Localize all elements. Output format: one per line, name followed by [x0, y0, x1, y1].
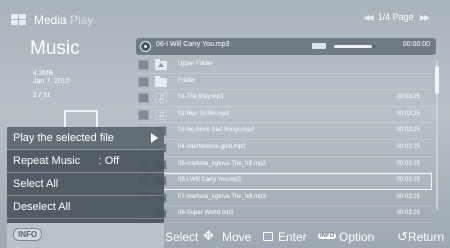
- page-number: 1/4 Page: [377, 12, 414, 22]
- file-name: 06-I Will Carry You.mp3: [178, 177, 242, 184]
- progress-fill: [334, 45, 372, 48]
- status-icon: [312, 43, 326, 49]
- menu-item-deselect-all[interactable]: Deselect All: [7, 196, 164, 219]
- help-enter: Enter: [278, 230, 307, 244]
- brand-title: Media Play: [34, 13, 94, 27]
- file-row[interactable]: 01-The Way.mp3 00:03:25: [136, 90, 432, 107]
- file-name: Folder: [178, 77, 196, 84]
- file-duration: 00:03:25: [396, 177, 420, 184]
- scrollbar-thumb[interactable]: [435, 66, 439, 94]
- tools-menu: Play the selected file Repeat Music : Of…: [7, 127, 164, 248]
- media-play-logo: Media Play: [8, 10, 138, 32]
- media-play-icon: [11, 14, 27, 26]
- help-select: Select: [165, 230, 199, 244]
- file-list: Upper Folder Folder 01-The Way.mp3 00:03:25…: [136, 57, 432, 223]
- checkbox[interactable]: [138, 93, 149, 104]
- menu-item-select-all[interactable]: Select All: [7, 173, 164, 196]
- menu-info-row[interactable]: INFO: [7, 223, 164, 248]
- file-row[interactable]: 07-marketa_irglova-The_hill.mp3 00:03:25: [136, 190, 432, 207]
- now-playing-title: 06-I Will Carry You.mp3: [156, 41, 230, 48]
- file-row[interactable]: Upper Folder: [136, 57, 432, 74]
- category-title: Music: [30, 38, 80, 59]
- page-indicator: ◀◀ 1/4 Page ▶▶: [363, 12, 430, 22]
- menu-item-play-selected[interactable]: Play the selected file: [7, 127, 164, 150]
- file-duration: 00:03:25: [396, 160, 420, 167]
- move-arrows-icon: ✥: [203, 228, 214, 243]
- file-row[interactable]: 08-Super World.mp3 00:03:25: [136, 206, 432, 223]
- now-playing-bar: 06-I Will Carry You.mp3 00:00:00: [136, 38, 436, 55]
- file-row[interactable]: Folder: [136, 74, 432, 91]
- now-playing-time: 00:00:00: [402, 41, 430, 48]
- file-size: 4.3MB: [33, 70, 54, 77]
- progress-bar: [334, 45, 376, 48]
- file-name: 03-No More Sad Songs.mp3: [178, 127, 255, 134]
- help-bar: Select ✥ Move Enter INFO Option ↺ Return: [165, 228, 450, 248]
- file-duration: 00:03:25: [396, 94, 420, 101]
- enter-icon: [263, 232, 273, 241]
- checkbox[interactable]: [138, 109, 149, 120]
- prev-page-icon[interactable]: ◀◀: [363, 13, 373, 22]
- play-arrow-icon: [151, 133, 158, 143]
- file-row[interactable]: 05-marketa_irglova-The_hill.mp3 00:03:25: [136, 157, 432, 174]
- help-return: Return: [408, 230, 445, 244]
- disc-icon: [140, 41, 151, 52]
- folder-icon: [155, 75, 167, 87]
- checkbox[interactable]: [138, 76, 149, 87]
- media-play-screen: Media Play ◀◀ 1/4 Page ▶▶ Music 4.3MB Ja…: [0, 0, 450, 248]
- file-row[interactable]: 04-Interference-gold.mp3 00:03:25: [136, 140, 432, 157]
- file-duration: 00:03:25: [396, 143, 420, 150]
- next-page-icon[interactable]: ▶▶: [420, 13, 430, 22]
- file-date: Jan 7, 2010: [33, 78, 70, 85]
- file-name: 04-Interference-gold.mp3: [178, 143, 246, 150]
- file-name: 01-The Way.mp3: [178, 94, 224, 101]
- file-duration: 00:03:25: [396, 110, 420, 117]
- help-option: Option: [339, 230, 375, 244]
- return-icon: ↺: [397, 229, 408, 244]
- music-file-icon: [155, 109, 167, 120]
- menu-item-repeat-music[interactable]: Repeat Music : Off: [7, 150, 164, 173]
- info-key-icon: INFO: [318, 233, 337, 239]
- file-row[interactable]: 06-I Will Carry You.mp3 00:03:25: [136, 173, 432, 190]
- file-name: 07-marketa_irglova-The_hill.mp3: [178, 193, 266, 200]
- file-duration: 00:03:25: [396, 210, 420, 217]
- upper-folder-icon: [155, 59, 167, 70]
- file-row[interactable]: 03-No More Sad Songs.mp3 00:03:25: [136, 123, 432, 140]
- music-file-icon: [155, 92, 167, 104]
- info-button-icon: INFO: [13, 228, 43, 241]
- file-duration: 00:03:25: [396, 193, 420, 200]
- help-move: Move: [222, 230, 252, 244]
- file-name: 08-Super World.mp3: [178, 210, 234, 217]
- file-name: Upper Folder: [178, 61, 214, 67]
- scrollbar[interactable]: [435, 60, 439, 210]
- file-row[interactable]: 02-Run To Me.mp3 00:03:25: [136, 107, 432, 124]
- file-duration: 00:03:25: [396, 127, 420, 134]
- file-count: 2 / 31: [33, 92, 51, 99]
- file-meta: 4.3MB Jan 7, 2010: [33, 70, 70, 86]
- album-thumbnail: [64, 110, 98, 128]
- file-name: 05-marketa_irglova-The_hill.mp3: [178, 160, 266, 167]
- file-name: 02-Run To Me.mp3: [178, 110, 229, 117]
- checkbox[interactable]: [138, 60, 149, 70]
